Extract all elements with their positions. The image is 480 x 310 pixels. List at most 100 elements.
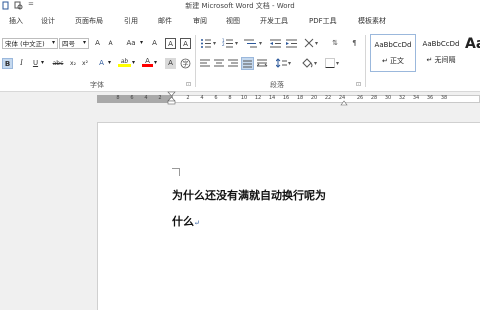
sort-button[interactable]: ⇅ [330,38,340,49]
tab-developer[interactable]: 开发工具 [260,16,288,26]
numbering-icon[interactable]: 1 2 ▾ [222,38,242,49]
svg-text:2: 2 [222,42,225,47]
font-size-value: 四号 [62,40,75,48]
phonetic-guide-button[interactable]: A [165,38,176,49]
svg-text:▾: ▾ [259,40,262,47]
ruler-tick: 2 [186,95,190,101]
enclose-char-icon[interactable]: 字 [180,58,191,69]
strikethrough-button[interactable]: abc [50,58,66,69]
bold-button[interactable]: B [2,58,13,69]
text-effects-button[interactable]: A [96,58,107,69]
style-preview: AaBbCcDd [422,40,460,48]
ruler-tick: 20 [310,95,318,101]
show-marks-button[interactable]: ¶ [350,38,359,49]
distributed-align-icon[interactable] [256,58,268,69]
tab-insert[interactable]: 插入 [9,16,23,26]
ribbon-separator [195,35,196,87]
justify-icon[interactable] [241,57,254,70]
svg-text:▾: ▾ [213,40,216,47]
superscript-button[interactable]: x² [80,58,90,69]
svg-text:▾: ▾ [314,60,317,67]
char-shading-button[interactable]: A [165,58,176,69]
paragraph-group-label: 段落 [270,81,284,89]
line-spacing-icon[interactable]: ▾ [275,58,294,69]
paragraph-mark: ↵ [194,219,200,227]
italic-button[interactable]: I [17,58,26,69]
change-case-dropdown-icon[interactable]: ▾ [140,39,143,46]
style-heading[interactable]: Aa [465,34,480,72]
ruler-tick: 14 [268,95,276,101]
text-effects-dropdown-icon[interactable]: ▾ [108,59,111,66]
tab-page-layout[interactable]: 页面布局 [75,16,103,26]
ruler-tick: 36 [426,95,434,101]
svg-text:▾: ▾ [336,60,339,67]
paragraph-dialog-launcher-icon[interactable]: ⊡ [356,81,361,88]
ruler-tick: 30 [384,95,392,101]
indent-marker-icon[interactable] [167,91,176,105]
underline-button[interactable]: U [31,58,40,69]
font-group-label: 字体 [90,81,104,89]
align-right-icon[interactable] [228,58,239,69]
ruler-tick: 34 [412,95,420,101]
highlight-dropdown-icon[interactable]: ▾ [132,59,135,66]
tab-mailings[interactable]: 邮件 [158,16,172,26]
ruler-tick: 8 [228,95,232,101]
align-left-icon[interactable] [200,58,211,69]
tab-references[interactable]: 引用 [124,16,138,26]
svg-text:字: 字 [183,60,189,68]
ruler-tick: 2 [158,95,162,101]
multilevel-list-icon[interactable]: ▾ [244,38,266,49]
ruler-tick: 16 [282,95,290,101]
font-color-dropdown-icon[interactable]: ▾ [154,59,157,66]
svg-text:▾: ▾ [315,40,318,47]
chinese-layout-icon[interactable]: ▾ [304,38,322,49]
subscript-button[interactable]: x₂ [68,58,78,69]
document-line-2[interactable]: 什么↵ [172,213,200,229]
align-center-icon[interactable] [214,58,225,69]
tab-design[interactable]: 设计 [41,16,55,26]
ruler-tick: 32 [398,95,406,101]
ruler-tick: 10 [240,95,248,101]
shrink-font-button[interactable]: A [105,38,116,49]
font-name-box[interactable]: 宋体 (中文正) [2,38,58,49]
font-name-dropdown-icon[interactable]: ▾ [52,39,55,46]
char-border-button[interactable]: A [180,38,191,49]
borders-icon[interactable]: ▾ [325,58,343,69]
underline-dropdown-icon[interactable]: ▾ [41,59,44,66]
style-name: ↵ 无间隔 [426,56,456,64]
bullets-icon[interactable]: ▾ [200,38,220,49]
style-name: ↵ 正文 [381,57,405,65]
font-color-button[interactable]: A [142,56,153,67]
style-normal[interactable]: AaBbCcDd ↵ 正文 [370,34,416,72]
svg-text:▾: ▾ [288,60,291,67]
font-size-dropdown-icon[interactable]: ▾ [83,39,86,46]
style-preview: Aa [465,36,480,52]
tab-template[interactable]: 模板素材 [358,16,386,26]
svg-text:▾: ▾ [235,40,238,47]
clear-format-button[interactable]: A [149,38,160,49]
tab-review[interactable]: 审阅 [193,16,207,26]
ruler-tick: 28 [370,95,378,101]
margin-corner-mark [172,168,180,176]
font-dialog-launcher-icon[interactable]: ⊡ [186,81,191,88]
style-preview: AaBbCcDd [374,41,412,49]
highlight-button[interactable]: ab [118,56,131,67]
grow-font-button[interactable]: A [92,38,103,49]
window-title: 新建 Microsoft Word 文档 - Word [185,2,295,10]
ruler-tick: 18 [296,95,304,101]
ruler-tick: 12 [254,95,262,101]
decrease-indent-icon[interactable] [270,38,282,49]
font-name-value: 宋体 (中文正) [5,40,45,48]
change-case-button[interactable]: Aa [123,38,139,49]
tab-view[interactable]: 视图 [226,16,240,26]
ruler-tick: 8 [116,95,120,101]
ruler-tick: 26 [356,95,364,101]
increase-indent-icon[interactable] [286,38,298,49]
ruler-tick: 4 [144,95,148,101]
document-line-1[interactable]: 为什么还没有满就自动换行呢为 [172,187,326,203]
document-page[interactable] [97,122,480,310]
tab-pdf-tools[interactable]: PDF工具 [309,16,337,26]
style-no-spacing[interactable]: AaBbCcDd ↵ 无间隔 [418,34,464,72]
ruler-tick: 6 [130,95,134,101]
shading-icon[interactable]: ▾ [302,57,320,69]
